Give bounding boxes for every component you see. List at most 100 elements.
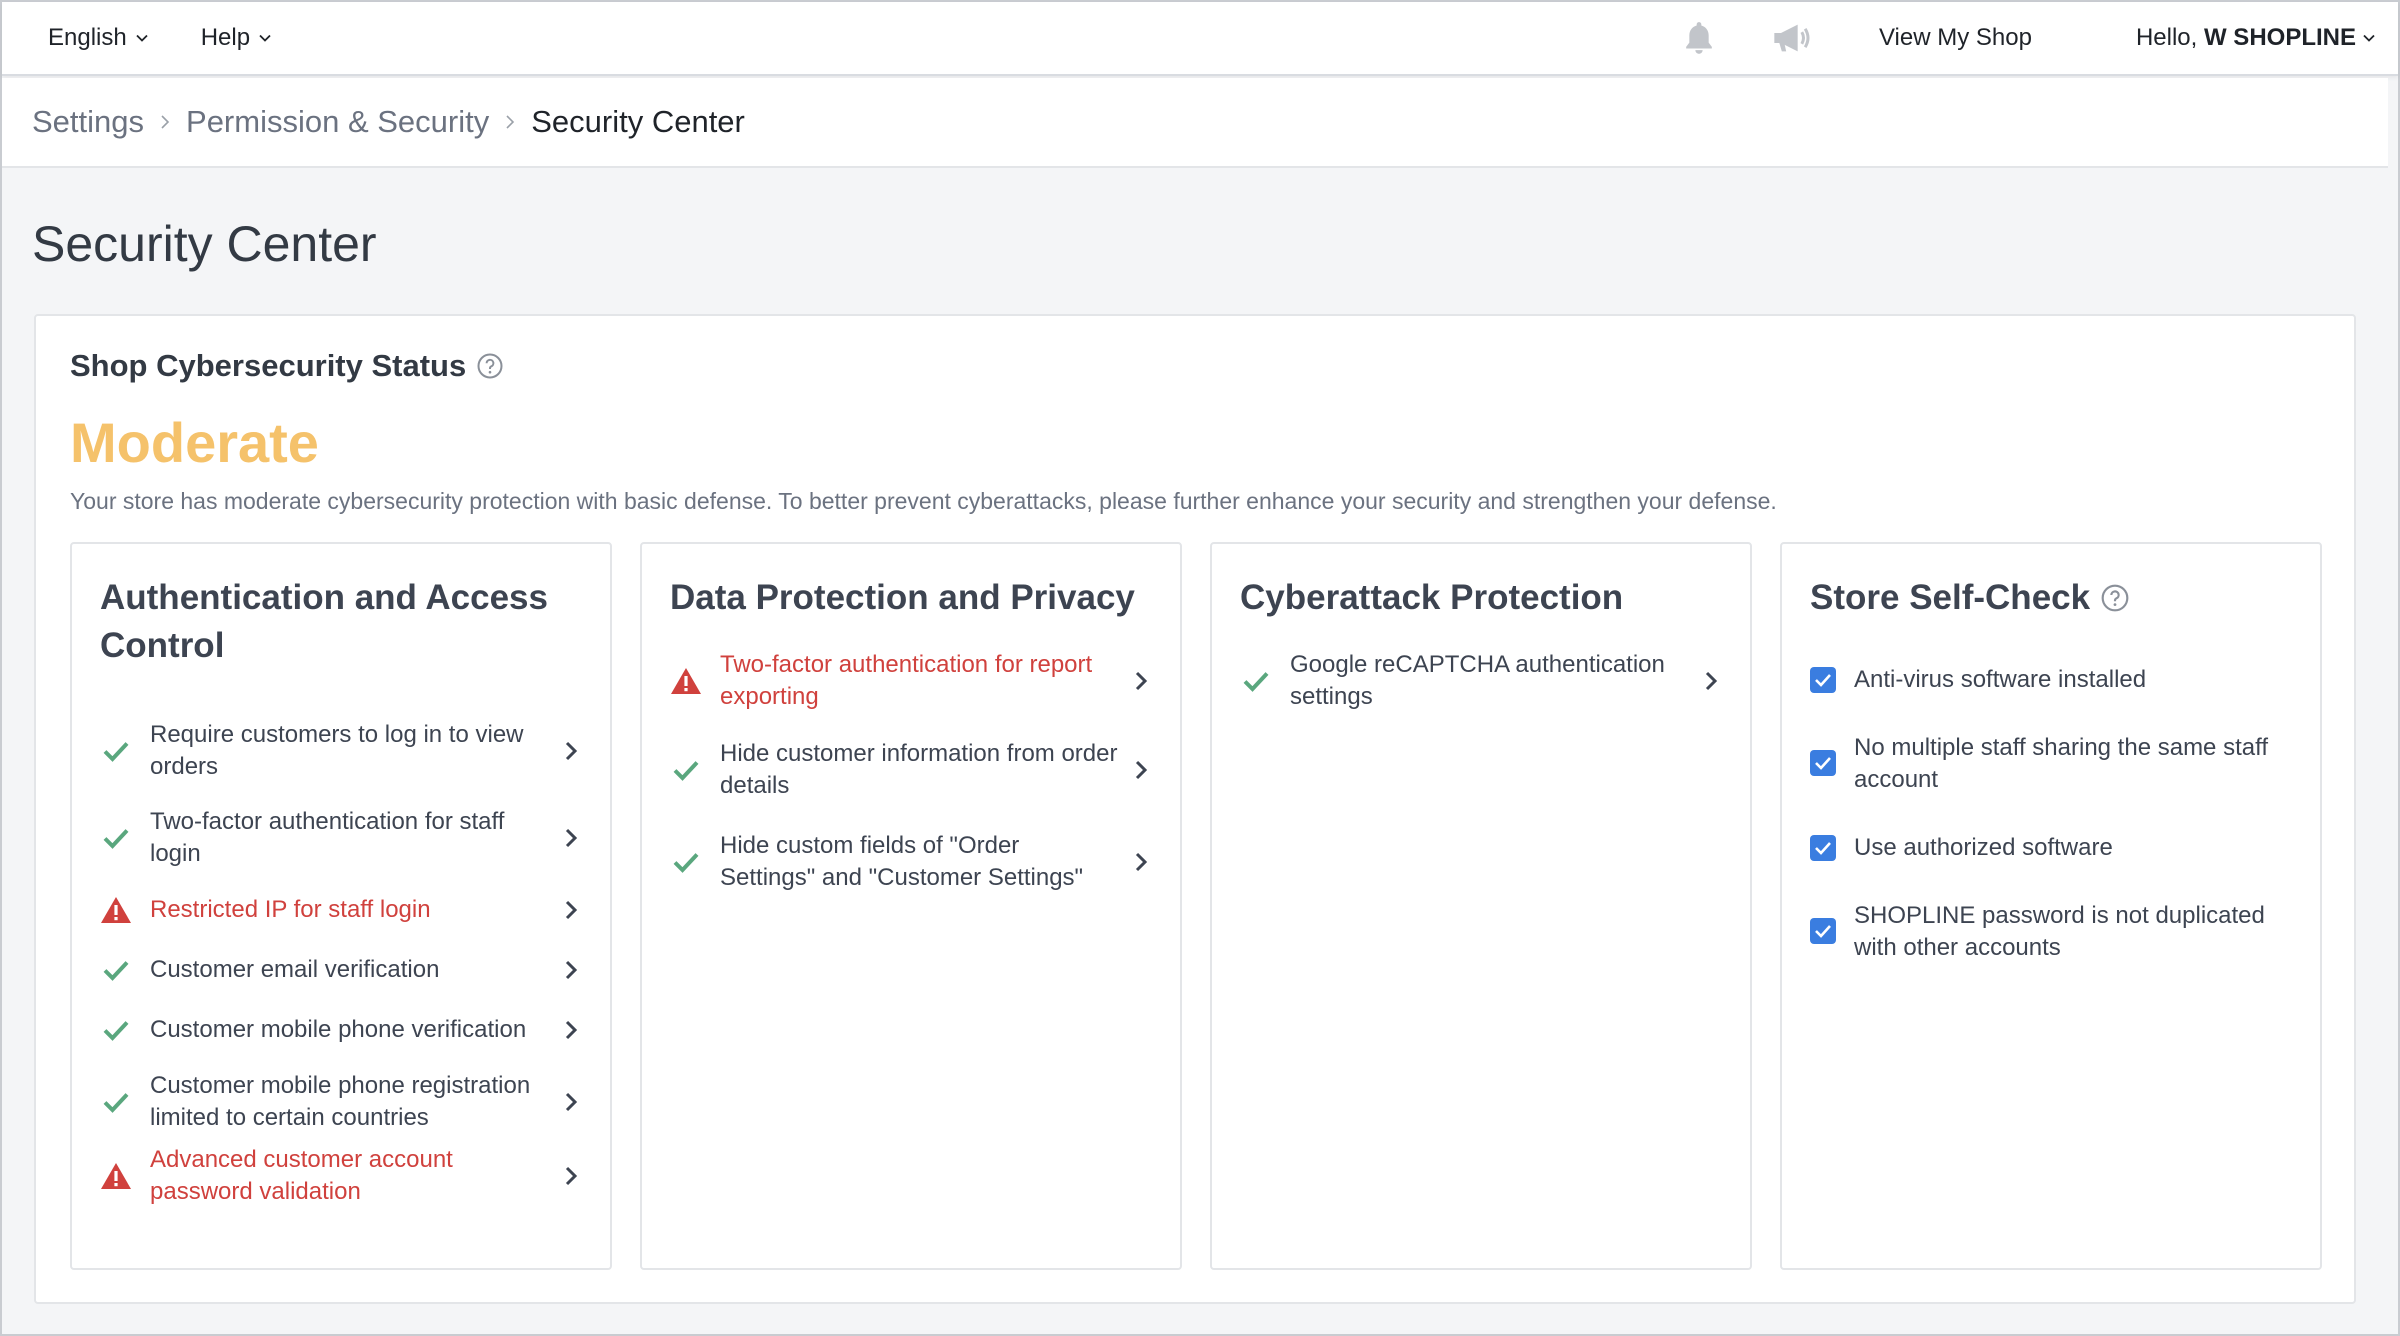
chevron-right-icon	[161, 115, 170, 129]
help-circle-icon[interactable]	[2100, 583, 2130, 613]
security-item-label: Two-factor authentication for staff logi…	[150, 808, 505, 867]
self-check-label: Use authorized software	[1854, 834, 2113, 861]
check-icon	[670, 846, 702, 878]
megaphone-icon	[1774, 24, 1810, 52]
check-icon	[100, 735, 132, 767]
breadcrumb: Settings Permission & Security Security …	[2, 78, 2388, 168]
user-menu-dropdown[interactable]: Hello, W SHOPLINE	[2136, 24, 2376, 52]
security-item-label: Customer mobile phone verification	[150, 1016, 527, 1043]
warning-icon	[670, 665, 702, 697]
self-check-item: No multiple staff sharing the same staff…	[1810, 732, 2292, 796]
chevron-right-icon	[506, 115, 515, 129]
panel-title: Store Self-Check	[1810, 574, 2292, 622]
checkbox-checked[interactable]	[1810, 835, 1836, 861]
checkbox-checked[interactable]	[1810, 750, 1836, 776]
security-panels: Authentication and Access Control Requir…	[70, 542, 2322, 1270]
language-label: English	[48, 24, 127, 51]
cybersecurity-status-card: Shop Cybersecurity Status Moderate Your …	[34, 314, 2356, 1304]
self-check-item: Anti-virus software installed	[1810, 664, 2292, 696]
panel-title: Authentication and Access Control	[100, 578, 548, 665]
security-item-label: Require customers to log in to view orde…	[150, 721, 524, 780]
self-check-label: Anti-virus software installed	[1854, 666, 2147, 693]
chevron-right-icon	[560, 1015, 582, 1045]
chevron-right-icon	[560, 736, 582, 766]
security-item-label: Two-factor authentication for report exp…	[720, 651, 1093, 710]
user-name: W SHOPLINE	[2203, 24, 2356, 51]
self-check-item: Use authorized software	[1810, 832, 2292, 864]
panel-title: Data Protection and Privacy	[670, 578, 1135, 617]
security-item[interactable]: Customer mobile phone verification	[100, 1000, 582, 1060]
app-window: English Help View My Shop Hello, W SHOPL…	[0, 0, 2400, 1336]
self-check-label: No multiple staff sharing the same staff…	[1854, 734, 2268, 793]
breadcrumb-permission-security[interactable]: Permission & Security	[186, 104, 489, 140]
self-check-list: Anti-virus software installed No multipl…	[1810, 664, 2292, 964]
bell-icon	[1686, 22, 1712, 54]
panel-cyberattack-protection: Cyberattack Protection Google reCAPTCHA …	[1210, 542, 1752, 1270]
security-item-label: Advanced customer account password valid…	[150, 1146, 453, 1205]
checkbox-checked[interactable]	[1810, 918, 1836, 944]
status-heading: Shop Cybersecurity Status	[70, 348, 504, 384]
help-label: Help	[200, 24, 251, 51]
status-heading-label: Shop Cybersecurity Status	[70, 348, 467, 383]
warning-icon	[100, 894, 132, 926]
breadcrumb-security-center: Security Center	[531, 104, 745, 139]
security-item[interactable]: Customer mobile phone registration limit…	[100, 1070, 582, 1134]
security-item-label: Hide customer information from order det…	[720, 740, 1118, 799]
check-icon	[1240, 665, 1272, 697]
language-dropdown[interactable]: English	[48, 24, 149, 52]
security-item-label: Customer mobile phone registration limit…	[150, 1072, 531, 1131]
security-item[interactable]: Require customers to log in to view orde…	[100, 716, 582, 786]
check-icon	[100, 1014, 132, 1046]
check-icon	[100, 1086, 132, 1118]
help-circle-icon[interactable]	[476, 352, 504, 380]
panel-authentication-access-control: Authentication and Access Control Requir…	[70, 542, 612, 1270]
security-item[interactable]: Hide custom fields of "Order Settings" a…	[670, 830, 1152, 894]
security-item[interactable]: Restricted IP for staff login	[100, 880, 582, 940]
security-item-label: Customer email verification	[150, 956, 440, 983]
security-item[interactable]: Customer email verification	[100, 940, 582, 1000]
check-icon	[100, 822, 132, 854]
chevron-right-icon	[560, 955, 582, 985]
help-dropdown[interactable]: Help	[201, 24, 272, 52]
chevron-down-icon	[2363, 34, 2375, 42]
security-item[interactable]: Two-factor authentication for report exp…	[670, 646, 1152, 716]
panel-items: Require customers to log in to view orde…	[100, 716, 582, 1208]
security-level: Moderate	[70, 411, 319, 474]
chevron-right-icon	[560, 895, 582, 925]
chevron-right-icon	[1130, 847, 1152, 877]
security-item[interactable]: Advanced customer account password valid…	[100, 1144, 582, 1208]
chevron-right-icon	[1130, 755, 1152, 785]
security-item[interactable]: Hide customer information from order det…	[670, 738, 1152, 802]
view-my-shop-label: View My Shop	[1878, 24, 2032, 51]
chevron-down-icon	[136, 34, 148, 42]
security-item[interactable]: Two-factor authentication for staff logi…	[100, 806, 582, 870]
breadcrumb-settings[interactable]: Settings	[32, 104, 144, 140]
view-my-shop-link[interactable]: View My Shop	[1879, 24, 2032, 52]
top-left-menu: English Help	[48, 24, 272, 52]
security-item[interactable]: Google reCAPTCHA authentication settings	[1240, 646, 1722, 716]
checkmark-icon	[1815, 757, 1831, 770]
security-item-label: Hide custom fields of "Order Settings" a…	[720, 832, 1084, 891]
chevron-right-icon	[1130, 666, 1152, 696]
checkmark-icon	[1815, 842, 1831, 855]
panel-title: Cyberattack Protection	[1240, 578, 1624, 617]
announcements-button[interactable]	[1767, 14, 1815, 62]
warning-icon	[100, 1160, 132, 1192]
checkmark-icon	[1815, 674, 1831, 687]
check-icon	[100, 954, 132, 986]
notifications-button[interactable]	[1675, 14, 1723, 62]
panel-data-protection-privacy: Data Protection and Privacy Two-factor a…	[640, 542, 1182, 1270]
security-item-label: Google reCAPTCHA authentication settings	[1290, 651, 1665, 710]
chevron-right-icon	[560, 823, 582, 853]
chevron-right-icon	[560, 1087, 582, 1117]
chevron-right-icon	[1700, 666, 1722, 696]
self-check-label: SHOPLINE password is not duplicated with…	[1854, 902, 2265, 961]
panel-title-label: Store Self-Check	[1810, 578, 2091, 617]
hello-prefix: Hello,	[2135, 24, 2204, 51]
checkbox-checked[interactable]	[1810, 667, 1836, 693]
page-title: Security Center	[32, 216, 377, 272]
chevron-down-icon	[259, 34, 271, 42]
top-right-menu: View My Shop Hello, W SHOPLINE	[1675, 14, 2376, 62]
checkmark-icon	[1815, 925, 1831, 938]
check-icon	[670, 754, 702, 786]
